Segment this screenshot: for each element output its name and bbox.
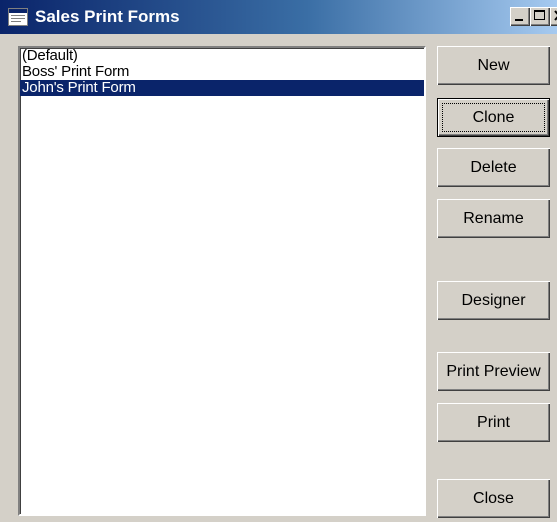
rename-button[interactable]: Rename [437,199,550,238]
close-icon [554,10,557,21]
window-title: Sales Print Forms [35,7,180,26]
minimize-icon [515,19,523,21]
title-bar[interactable]: Sales Print Forms [0,0,557,34]
new-button-label: New [477,57,510,74]
minimize-button[interactable] [510,7,530,26]
sales-print-forms-window: Sales Print Forms (Default) Boss' Print … [0,0,557,522]
designer-button[interactable]: Designer [437,281,550,320]
delete-button[interactable]: Delete [437,148,550,187]
list-item-boss-print-form[interactable]: Boss' Print Form [20,64,424,80]
clone-button-label: Clone [472,109,515,126]
list-item-default[interactable]: (Default) [20,48,424,64]
print-forms-list[interactable]: (Default) Boss' Print Form John's Print … [18,46,426,516]
maximize-icon [534,10,545,20]
print-preview-button-label: Print Preview [446,363,541,380]
close-button-label: Close [473,490,514,507]
delete-button-label: Delete [470,159,517,176]
list-item-johns-print-form[interactable]: John's Print Form [20,80,424,96]
close-window-button[interactable] [550,7,557,26]
rename-button-label: Rename [463,210,524,227]
new-button[interactable]: New [437,46,550,85]
print-button[interactable]: Print [437,403,550,442]
close-button[interactable]: Close [437,479,550,518]
print-button-label: Print [477,414,510,431]
designer-button-label: Designer [461,292,526,309]
window-icon[interactable] [8,8,28,26]
clone-button[interactable]: Clone [437,98,550,137]
maximize-button[interactable] [530,7,550,26]
print-preview-button[interactable]: Print Preview [437,352,550,391]
